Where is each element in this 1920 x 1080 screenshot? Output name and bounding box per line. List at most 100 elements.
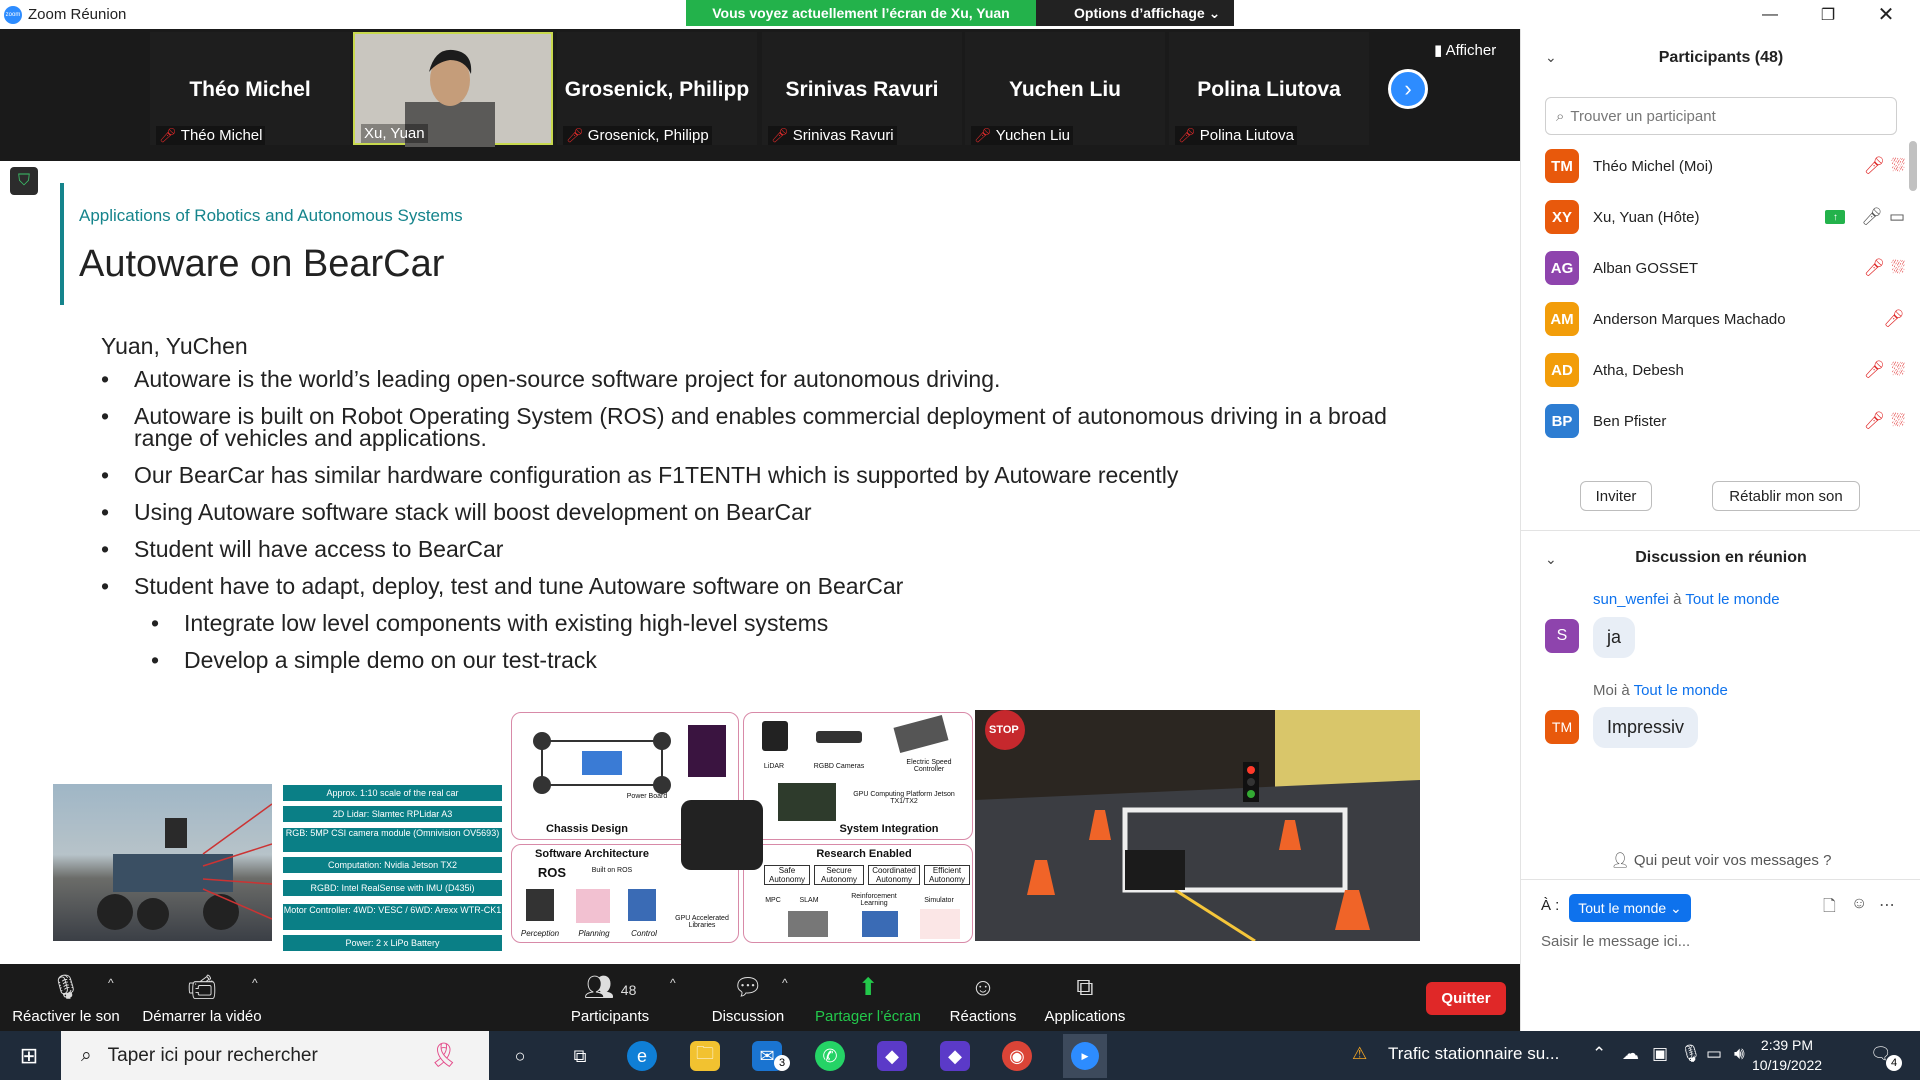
message-sender: Moi: [1593, 682, 1618, 699]
taskbar: ⊞ ⌕ Taper ici pour rechercher 🎗︎ ○ ⧉ e 🗀…: [0, 1031, 1920, 1080]
reactions-icon: ☺: [970, 974, 996, 1001]
message-sender[interactable]: sun_wenfei: [1593, 591, 1669, 608]
slide-authors: Yuan, YuChen: [101, 333, 248, 359]
restore-sound-button[interactable]: Rétablir mon son: [1712, 481, 1860, 511]
view-options-button[interactable]: Options d’affichage ⌄: [1036, 0, 1234, 26]
lidar-label: LiDAR: [763, 763, 785, 770]
search-icon: ⌕: [81, 1044, 92, 1066]
chevron-down-icon: ⌄: [1670, 899, 1682, 916]
to-label: À :: [1541, 897, 1560, 914]
video-tile[interactable]: Polina Liutova 🎤︎ Polina Liutova: [1169, 32, 1369, 145]
obsidian-icon-2[interactable]: ◆: [940, 1041, 970, 1071]
security-shield-icon[interactable]: ⛉: [10, 167, 38, 195]
apps-button[interactable]: ⧉ Applications: [1040, 974, 1130, 1025]
participants-button[interactable]: 👥︎ 48 Participants: [568, 974, 652, 1025]
system-integration-box: LiDAR RGBD Cameras Electric Speed Contro…: [743, 712, 973, 840]
file-explorer-icon[interactable]: 🗀: [690, 1041, 720, 1071]
tile-label: Xu, Yuan: [361, 124, 428, 143]
next-page-button[interactable]: ›: [1388, 69, 1428, 109]
bearcar-photo: [53, 784, 273, 941]
obsidian-icon[interactable]: ◆: [877, 1041, 907, 1071]
slam-image-icon: [788, 911, 828, 937]
participants-caret[interactable]: ^: [670, 976, 676, 990]
share-screen-button[interactable]: ⬆ Partager l’écran: [812, 974, 924, 1025]
restore-button[interactable]: ❐: [1799, 0, 1857, 29]
participant-name: Théo Michel (Moi): [1593, 157, 1714, 175]
participants-icon: 👥︎ 48: [583, 974, 637, 1001]
video-tile[interactable]: Srinivas Ravuri 🎤︎ Srinivas Ravuri: [762, 32, 962, 145]
participant-search-input[interactable]: ⌕ Trouver un participant: [1545, 97, 1897, 135]
message-to-word: à: [1621, 682, 1630, 699]
video-tile[interactable]: Grosenick, Philipp 🎤︎ Grosenick, Philipp: [557, 32, 757, 145]
mic-muted-icon: 🎤︎: [1178, 127, 1196, 143]
ribbon-icon: 🎗︎: [428, 1042, 459, 1069]
minimize-button[interactable]: —: [1741, 0, 1799, 29]
chevron-right-icon: ›: [1404, 76, 1412, 101]
participant-row[interactable]: TM Théo Michel (Moi) 🎤︎ ⛆: [1545, 141, 1905, 191]
participant-row[interactable]: AD Atha, Debesh 🎤︎ ⛆: [1545, 345, 1905, 395]
video-icon: ▭: [1888, 207, 1905, 226]
windows-start-icon[interactable]: ⊞: [14, 1041, 44, 1071]
emoji-icon[interactable]: ☺: [1851, 895, 1867, 913]
participant-row[interactable]: AG Alban GOSSET 🎤︎ ⛆: [1545, 243, 1905, 293]
start-video-button[interactable]: 📹︎ Démarrer la vidéo: [140, 974, 264, 1025]
view-button[interactable]: ▮ Afficher: [1434, 41, 1496, 59]
leave-meeting-button[interactable]: Quitter: [1426, 982, 1506, 1015]
chevron-up-icon[interactable]: ⌃: [1592, 1044, 1606, 1064]
who-can-see-link[interactable]: 👤︎ Qui peut voir vos messages ?: [1521, 851, 1920, 869]
avatar: XY: [1545, 200, 1579, 234]
video-tile[interactable]: Yuchen Liu 🎤︎ Yuchen Liu: [965, 32, 1165, 145]
video-tile-active[interactable]: Xu, Yuan: [353, 32, 553, 147]
cloud-icon[interactable]: ☁: [1622, 1044, 1639, 1064]
invite-button[interactable]: Inviter: [1580, 481, 1652, 511]
message-input[interactable]: Saisir le message ici...: [1541, 933, 1690, 950]
audio-options-caret[interactable]: ^: [108, 976, 114, 990]
power-board-icon: [688, 725, 726, 777]
clock[interactable]: 2:39 PM 10/19/2022: [1740, 1035, 1834, 1075]
who-can-see-label: Qui peut voir vos messages ?: [1633, 852, 1832, 869]
participants-scrollbar[interactable]: [1909, 141, 1917, 191]
zoom-taskbar-icon[interactable]: ▶: [1063, 1034, 1107, 1078]
video-tile[interactable]: Théo Michel 🎤︎ Théo Michel: [150, 32, 350, 145]
close-button[interactable]: ✕: [1857, 0, 1915, 29]
whatsapp-icon[interactable]: ✆: [815, 1041, 845, 1071]
chrome-icon[interactable]: ◉: [1002, 1041, 1032, 1071]
battery-icon[interactable]: ▭: [1706, 1044, 1722, 1064]
share-screen-icon: ⬆: [857, 974, 879, 1001]
recipient-dropdown[interactable]: Tout le monde ⌄: [1569, 894, 1691, 922]
participant-row[interactable]: AM Anderson Marques Machado 🎤︎: [1545, 294, 1905, 344]
panel-divider: [1521, 530, 1920, 531]
f1tenth-car-icon: [681, 800, 763, 870]
file-icon[interactable]: 🗋: [1823, 895, 1836, 922]
control-icon: [628, 889, 656, 921]
participant-row[interactable]: XY Xu, Yuan (Hôte) ↑ 🎤︎ ▭: [1545, 192, 1905, 242]
apps-label: Applications: [1044, 1008, 1126, 1025]
device-icon[interactable]: ▣: [1652, 1044, 1668, 1064]
side-panel: ⌄ Participants (48) ⌕ Trouver un partici…: [1520, 29, 1920, 1031]
message-header: sun_wenfei à Tout le monde: [1593, 591, 1780, 608]
traffic-notification[interactable]: Trafic stationnaire su...: [1388, 1044, 1559, 1064]
taskbar-search[interactable]: ⌕ Taper ici pour rechercher 🎗︎: [61, 1031, 489, 1080]
more-icon[interactable]: ⋯: [1879, 895, 1895, 915]
gpu-platform-label: GPU Computing Platform Jetson TX1/TX2: [853, 791, 955, 805]
car-illustration: [97, 803, 273, 930]
mic-tray-icon[interactable]: 🎙︎: [1680, 1044, 1702, 1064]
rl-image-icon: [862, 911, 898, 937]
window-title: Zoom Réunion: [28, 6, 127, 23]
tile-label-text: Srinivas Ravuri: [792, 127, 894, 144]
meeting-toolbar: 🎙︎ Réactiver le son ^ 📹︎ Démarrer la vid…: [0, 964, 1520, 1031]
chat-button[interactable]: 💬︎ Discussion: [710, 974, 786, 1025]
chat-message: ja: [1593, 617, 1636, 658]
participant-name: Xu, Yuan (Hôte): [1593, 208, 1700, 226]
video-options-caret[interactable]: ^: [252, 976, 258, 990]
participant-row[interactable]: BP Ben Pfister 🎤︎ ⛆: [1545, 396, 1905, 446]
reactions-button[interactable]: ☺ Réactions: [946, 974, 1020, 1025]
unmute-button[interactable]: 🎙︎ Réactiver le son: [12, 974, 120, 1025]
task-view-icon[interactable]: ⧉: [565, 1041, 595, 1071]
video-off-icon: ⛆: [1891, 156, 1905, 175]
cortana-icon[interactable]: ○: [505, 1041, 535, 1071]
chat-caret[interactable]: ^: [782, 976, 788, 990]
bullet-text: Using Autoware software stack will boost…: [134, 499, 812, 525]
edge-icon[interactable]: e: [627, 1041, 657, 1071]
esc-label: Electric Speed Controller: [906, 759, 952, 773]
